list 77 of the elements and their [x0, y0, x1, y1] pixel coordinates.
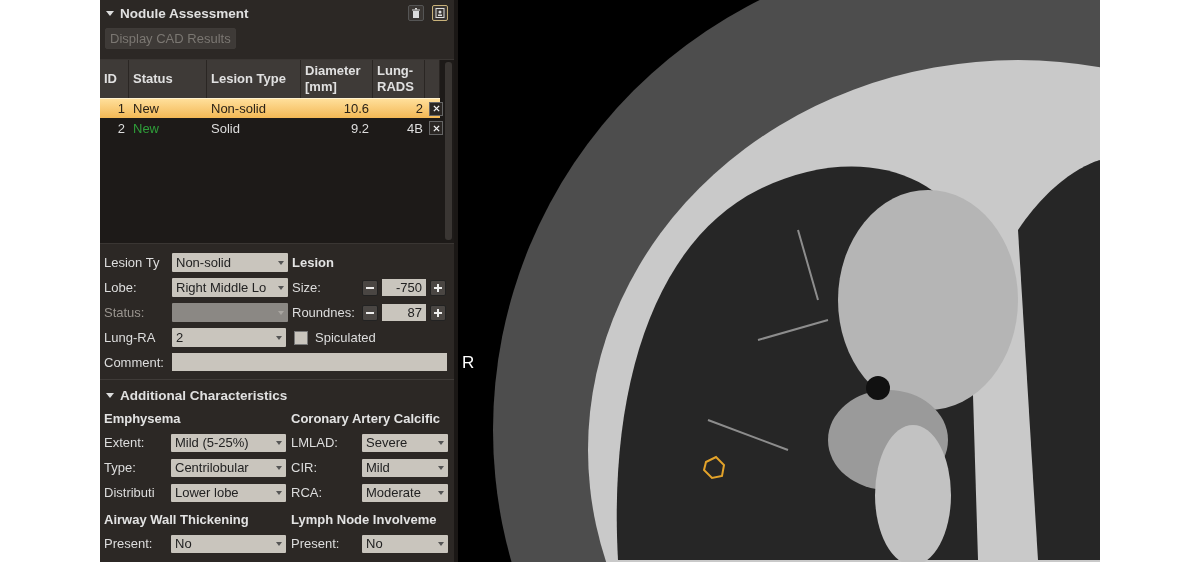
- dropdown[interactable]: Moderate: [362, 483, 448, 502]
- orientation-label: R: [462, 353, 475, 373]
- dropdown[interactable]: Right Middle Lo: [172, 278, 288, 297]
- dropdown[interactable]: No: [362, 534, 448, 553]
- table-cell-text: New: [132, 101, 160, 116]
- caret-icon: [438, 465, 444, 470]
- group-heading: Lymph Node Involveme: [291, 511, 438, 529]
- field-label: Present:: [104, 536, 154, 551]
- table-cell-text: New: [132, 120, 160, 136]
- dropdown[interactable]: Lower lobe: [171, 483, 286, 502]
- delete-icon[interactable]: [429, 121, 443, 135]
- table-cell-text: 2: [414, 101, 424, 116]
- dropdown[interactable]: Non-solid: [172, 253, 288, 272]
- caret-icon: [438, 541, 444, 546]
- table-cell-text: 10.6: [342, 101, 370, 116]
- collapse-triangle-icon[interactable]: [106, 9, 114, 17]
- field-label: CIR:: [291, 460, 318, 475]
- dropdown[interactable]: Mild (5-25%): [171, 433, 286, 452]
- table-row[interactable]: 1 New Non-solid 10.6 2: [100, 98, 440, 118]
- group-heading: Emphysema: [104, 410, 182, 428]
- decrement-button[interactable]: [362, 304, 378, 321]
- plus-icon: [434, 283, 442, 292]
- field-label: Present:: [291, 536, 341, 551]
- field-label: Lesion Ty: [104, 255, 161, 270]
- number-field[interactable]: -750: [382, 279, 426, 296]
- plus-icon: [434, 308, 442, 317]
- field-label: Size:: [292, 280, 322, 295]
- field-label: Type:: [104, 460, 137, 475]
- section-title: Additional Characteristics: [120, 387, 288, 403]
- field-label: Roundnes:: [292, 305, 356, 320]
- caret-icon: [438, 490, 444, 495]
- table-cell-text: 2: [116, 120, 126, 136]
- table-cell-text: Solid: [210, 120, 241, 136]
- group-heading: Coronary Artery Calcific: [291, 410, 442, 428]
- caret-icon: [276, 440, 282, 445]
- field-label: Lobe:: [104, 280, 138, 295]
- field-label: Extent:: [104, 435, 146, 450]
- field-label: Lung-RA: [104, 330, 157, 345]
- scrollbar[interactable]: [445, 62, 452, 240]
- dropdown[interactable]: Severe: [362, 433, 448, 452]
- number-field[interactable]: 87: [382, 304, 426, 321]
- dropdown[interactable]: 2: [172, 328, 286, 347]
- caret-icon: [278, 285, 284, 290]
- caret-icon: [276, 335, 282, 340]
- field-label: RCA:: [291, 485, 324, 500]
- table-row[interactable]: 2 New Solid 9.2 4B: [100, 118, 440, 138]
- report-icon[interactable]: [432, 5, 448, 21]
- checkbox-label: Spiculated: [315, 330, 376, 345]
- dropdown[interactable]: Mild: [362, 458, 448, 477]
- checkbox[interactable]: [294, 330, 308, 345]
- caret-icon: [278, 260, 284, 265]
- dropdown[interactable]: Centrilobular: [171, 458, 286, 477]
- caret-icon: [276, 465, 282, 470]
- trash-icon[interactable]: [408, 5, 424, 21]
- comment-field[interactable]: [172, 353, 447, 371]
- field-label: LMLAD:: [291, 435, 339, 450]
- caret-icon: [276, 490, 282, 495]
- table-cell-text: 4B: [406, 120, 424, 136]
- increment-button[interactable]: [430, 304, 446, 321]
- decrement-button[interactable]: [362, 279, 378, 296]
- caret-icon: [278, 310, 284, 315]
- lesion-heading: Lesion: [292, 255, 334, 270]
- field-label: Comment:: [104, 354, 165, 370]
- collapse-triangle-icon[interactable]: [106, 391, 114, 399]
- dropdown[interactable]: No: [171, 534, 286, 553]
- increment-button[interactable]: [430, 279, 446, 296]
- panel-title: Nodule Assessment: [120, 5, 249, 21]
- delete-icon[interactable]: [429, 101, 443, 116]
- field-label: Status:: [104, 305, 146, 320]
- field-label: Distributi: [104, 485, 156, 500]
- table-cell-text: Non-solid: [210, 101, 267, 116]
- caret-icon: [276, 541, 282, 546]
- caret-icon: [438, 440, 444, 445]
- table-cell-text: 1: [116, 101, 126, 116]
- scrollbar[interactable]: [454, 0, 458, 562]
- table-cell-text: 9.2: [349, 120, 370, 136]
- group-heading: Airway Wall Thickening: [104, 511, 250, 529]
